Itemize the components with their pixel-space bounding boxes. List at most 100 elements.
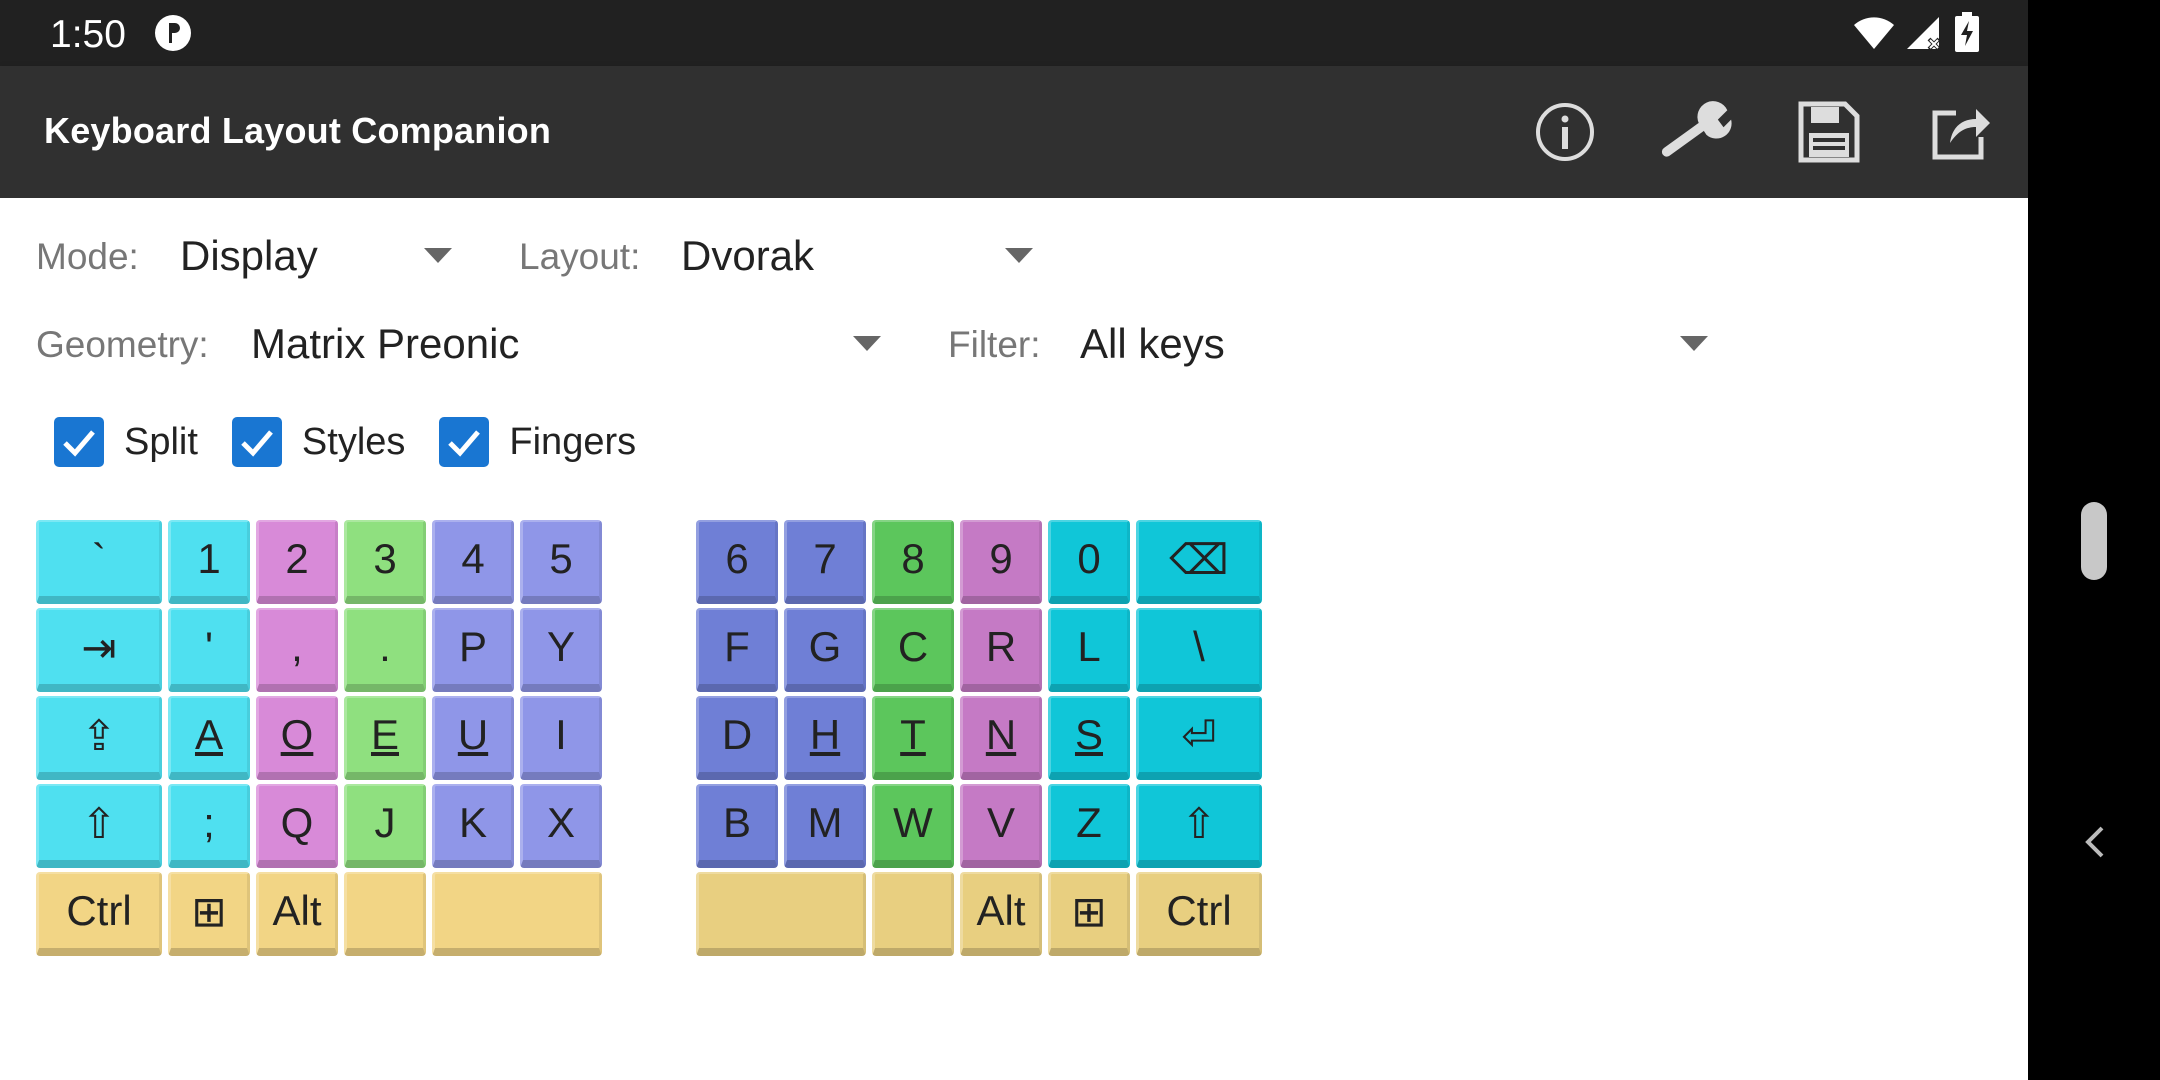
key-right-r2-c0[interactable]: D [696, 696, 778, 780]
styles-label[interactable]: Styles [302, 421, 405, 464]
key-right-r3-c0[interactable]: B [696, 784, 778, 868]
key-right-r3-c4[interactable]: Z [1048, 784, 1130, 868]
key-left-r3-c0[interactable]: ⇧ [36, 784, 162, 868]
mode-dropdown-arrow-icon[interactable] [424, 248, 452, 263]
key-label: 0 [1077, 535, 1101, 582]
status-bar: 1:50 [0, 0, 2028, 66]
key-right-r3-c2[interactable]: W [872, 784, 954, 868]
key-right-r0-c3[interactable]: 9 [960, 520, 1042, 604]
key-label: J [374, 799, 396, 846]
key-left-r2-c5[interactable]: I [520, 696, 602, 780]
key-right-r4-c1[interactable] [872, 872, 954, 956]
key-label: Z [1076, 799, 1102, 846]
geometry-dropdown-arrow-icon[interactable] [853, 336, 881, 351]
key-right-r2-c5[interactable]: ⏎ [1136, 696, 1262, 780]
key-label: O [280, 711, 314, 758]
key-left-r0-c2[interactable]: 2 [256, 520, 338, 604]
key-left-r1-c5[interactable]: Y [520, 608, 602, 692]
key-right-r2-c4[interactable]: S [1048, 696, 1130, 780]
key-right-r0-c4[interactable]: 0 [1048, 520, 1130, 604]
key-right-r3-c3[interactable]: V [960, 784, 1042, 868]
key-left-r0-c3[interactable]: 3 [344, 520, 426, 604]
key-left-r1-c3[interactable]: . [344, 608, 426, 692]
key-left-r0-c5[interactable]: 5 [520, 520, 602, 604]
split-checkbox[interactable]: Split [54, 417, 198, 467]
key-right-r1-c4[interactable]: L [1048, 608, 1130, 692]
key-right-r0-c5[interactable]: ⌫ [1136, 520, 1262, 604]
share-icon [1932, 109, 1990, 160]
filter-dropdown-arrow-icon[interactable] [1680, 336, 1708, 351]
key-left-r2-c0[interactable]: ⇪ [36, 696, 162, 780]
key-left-r4-c3[interactable] [344, 872, 426, 956]
key-right-r2-c1[interactable]: H [784, 696, 866, 780]
key-right-r3-c1[interactable]: M [784, 784, 866, 868]
key-label: 3 [373, 535, 397, 582]
info-button[interactable] [1529, 96, 1601, 168]
mode-dropdown[interactable]: Display [180, 232, 318, 280]
key-label: V [986, 799, 1015, 846]
key-label: C [897, 623, 929, 670]
key-right-r3-c5[interactable]: ⇧ [1136, 784, 1262, 868]
scrollbar-thumb[interactable] [2081, 502, 2107, 580]
key-right-r1-c1[interactable]: G [784, 608, 866, 692]
key-left-r0-c0[interactable]: ` [36, 520, 162, 604]
key-label: 6 [725, 535, 749, 582]
key-left-r4-c4[interactable] [432, 872, 602, 956]
filter-dropdown[interactable]: All keys [1080, 320, 1225, 368]
checkbox-checked-icon[interactable] [439, 417, 490, 467]
info-icon [1536, 103, 1594, 161]
checkbox-checked-icon[interactable] [231, 417, 282, 467]
key-right-r2-c2[interactable]: T [872, 696, 954, 780]
key-label: ⊞ [1071, 887, 1107, 935]
styles-checkbox[interactable]: Styles [231, 417, 405, 467]
key-right-r0-c2[interactable]: 8 [872, 520, 954, 604]
key-left-r4-c1[interactable]: ⊞ [168, 872, 250, 956]
key-left-r2-c3[interactable]: E [344, 696, 426, 780]
key-right-r2-c3[interactable]: N [960, 696, 1042, 780]
key-right-r4-c3[interactable]: ⊞ [1048, 872, 1130, 956]
checkbox-checked-icon[interactable] [54, 417, 104, 467]
geometry-dropdown[interactable]: Matrix Preonic [251, 320, 519, 368]
key-label: E [370, 711, 399, 758]
key-left-r1-c2[interactable]: , [256, 608, 338, 692]
fingers-label[interactable]: Fingers [509, 421, 636, 464]
key-left-r1-c4[interactable]: P [432, 608, 514, 692]
key-left-r0-c4[interactable]: 4 [432, 520, 514, 604]
key-label: D [721, 711, 753, 758]
key-left-r3-c3[interactable]: J [344, 784, 426, 868]
key-left-r2-c4[interactable]: U [432, 696, 514, 780]
key-left-r3-c2[interactable]: Q [256, 784, 338, 868]
key-left-r3-c4[interactable]: K [432, 784, 514, 868]
key-left-r2-c2[interactable]: O [256, 696, 338, 780]
key-left-r4-c0[interactable]: Ctrl [36, 872, 162, 956]
key-left-r2-c1[interactable]: A [168, 696, 250, 780]
key-right-r4-c0[interactable] [696, 872, 866, 956]
key-right-r4-c2[interactable]: Alt [960, 872, 1042, 956]
key-left-r1-c0[interactable]: ⇥ [36, 608, 162, 692]
layout-dropdown-arrow-icon[interactable] [1005, 248, 1033, 263]
save-button[interactable] [1793, 96, 1865, 168]
key-right-r4-c4[interactable]: Ctrl [1136, 872, 1262, 956]
key-right-r1-c3[interactable]: R [960, 608, 1042, 692]
key-right-r1-c2[interactable]: C [872, 608, 954, 692]
options-checkboxes: Split Styles Fingers [54, 416, 670, 468]
key-left-r0-c1[interactable]: 1 [168, 520, 250, 604]
settings-button[interactable] [1661, 96, 1733, 168]
share-button[interactable] [1925, 96, 1997, 168]
split-label[interactable]: Split [124, 421, 198, 464]
key-label: 2 [285, 535, 309, 582]
key-right-r1-c5[interactable]: \ [1136, 608, 1262, 692]
fingers-checkbox[interactable]: Fingers [439, 417, 636, 467]
cell-signal-icon [1907, 17, 1941, 51]
key-left-r4-c2[interactable]: Alt [256, 872, 338, 956]
key-left-r3-c5[interactable]: X [520, 784, 602, 868]
key-label: 5 [549, 535, 573, 582]
layout-dropdown[interactable]: Dvorak [681, 232, 814, 280]
key-left-r3-c1[interactable]: ; [168, 784, 250, 868]
back-chevron-icon[interactable] [2080, 822, 2110, 862]
key-right-r0-c0[interactable]: 6 [696, 520, 778, 604]
key-right-r0-c1[interactable]: 7 [784, 520, 866, 604]
key-left-r1-c1[interactable]: ' [168, 608, 250, 692]
key-label: S [1074, 711, 1103, 758]
key-right-r1-c0[interactable]: F [696, 608, 778, 692]
